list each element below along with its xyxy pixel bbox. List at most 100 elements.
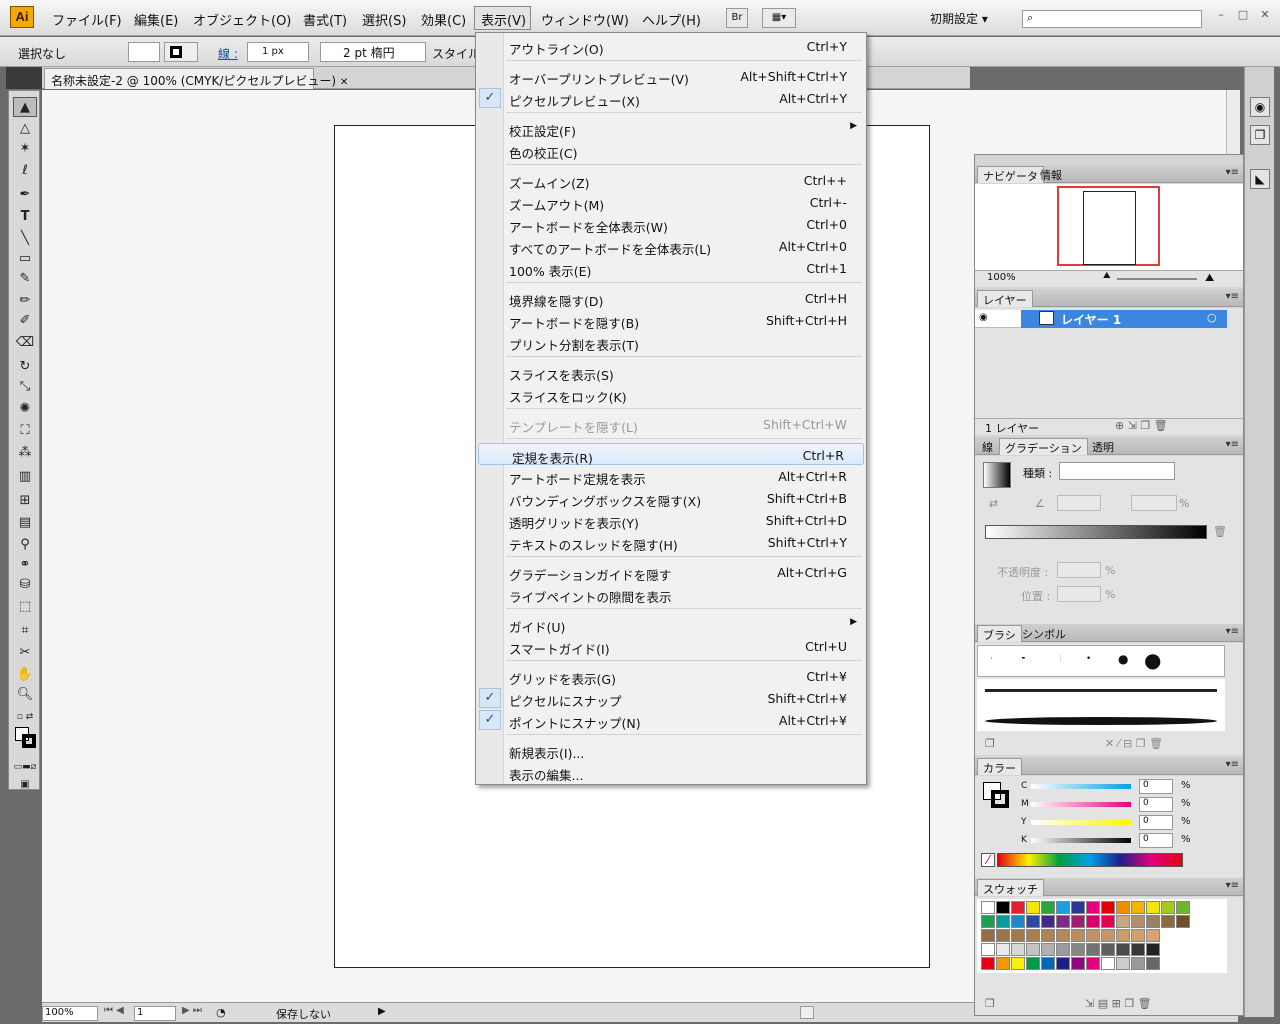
swatch[interactable] [981, 957, 995, 970]
zoom-out-icon[interactable]: ⛰ [1103, 271, 1111, 281]
blend-tool-icon[interactable]: ⚭ [13, 555, 37, 575]
free-transform-tool-icon[interactable]: ⛶ [13, 421, 37, 441]
swatch[interactable] [981, 915, 995, 928]
panel-menu-icon[interactable]: ▾≡ [1226, 880, 1239, 891]
swatch[interactable] [1131, 929, 1145, 942]
menu-item[interactable]: グラデーションガイドを隠す Alt+Ctrl+G [476, 561, 866, 583]
menu-item[interactable]: ガイド(U) ▶ [476, 613, 866, 635]
fill-color-dropdown[interactable] [128, 42, 160, 62]
swatch[interactable] [1101, 943, 1115, 956]
live-paint-bucket-tool-icon[interactable]: ⛁ [13, 575, 37, 595]
search-input[interactable]: ⌕ [1022, 10, 1202, 28]
swatch[interactable] [1011, 957, 1025, 970]
rotate-tool-icon[interactable]: ↻ [13, 357, 37, 377]
brush-actions-icon[interactable]: ✕ ⁄ ⊟ ❐ 🗑︎ [1105, 737, 1163, 750]
menu-item[interactable]: スライスを表示(S) [476, 361, 866, 383]
swatch[interactable] [1041, 915, 1055, 928]
layer-actions-icon[interactable]: ⊕ ⇲ ❐ 🗑︎ [1115, 419, 1168, 432]
warp-tool-icon[interactable]: ✺ [13, 399, 37, 419]
swatch[interactable] [1131, 957, 1145, 970]
close-button[interactable]: ✕ [1256, 8, 1274, 24]
brush-stroke-taper[interactable] [985, 717, 1217, 725]
swap-fill-stroke-icon[interactable]: ▫ ⇄ [13, 707, 37, 727]
swatch[interactable] [1086, 915, 1100, 928]
tab-gradient[interactable]: グラデーション [999, 438, 1088, 455]
swatch[interactable] [1176, 915, 1190, 928]
swatch[interactable] [996, 901, 1010, 914]
aspect-ratio-input[interactable] [1131, 495, 1177, 511]
menu-item[interactable]: 表示の編集... [476, 761, 866, 783]
brush-libraries-icon[interactable]: ❐ [985, 737, 995, 750]
symbol-sprayer-tool-icon[interactable]: ⁂ [13, 443, 37, 463]
menu-item[interactable]: 100% 表示(E) Ctrl+1 [476, 257, 866, 279]
swatch[interactable] [1146, 915, 1160, 928]
color-mode-icons[interactable]: ▭▬⧄ [13, 757, 37, 777]
blob-brush-tool-icon[interactable]: ✐ [13, 311, 37, 331]
graphic-styles-panel-icon[interactable]: ❐ [1250, 125, 1270, 145]
swatch[interactable] [1041, 943, 1055, 956]
swatch[interactable] [1071, 915, 1085, 928]
menu-window[interactable]: ウィンドウ(W) [541, 10, 629, 29]
swatch[interactable] [1071, 901, 1085, 914]
gradient-type-dropdown[interactable] [1059, 462, 1175, 480]
brush-dot-icon[interactable]: ᛁ [1058, 654, 1063, 664]
swatch[interactable] [1026, 901, 1040, 914]
menu-item[interactable]: プリント分割を表示(T) [476, 331, 866, 353]
swatch[interactable] [1011, 929, 1025, 942]
gradient-slider[interactable] [985, 525, 1207, 539]
swatch[interactable] [1101, 957, 1115, 970]
swatch[interactable] [1011, 915, 1025, 928]
swatch[interactable] [1086, 943, 1100, 956]
target-icon[interactable]: ○ [1207, 311, 1217, 324]
bridge-button[interactable]: Br [726, 8, 748, 28]
stroke-color-dropdown[interactable] [164, 42, 198, 62]
stroke-width-input[interactable]: 1 px [247, 42, 309, 62]
maximize-button[interactable]: □ [1234, 8, 1252, 24]
swatch[interactable] [1056, 943, 1070, 956]
layer-row-selected[interactable]: レイヤー 1 ○ [1021, 310, 1227, 328]
swatch[interactable] [1026, 943, 1040, 956]
swatch[interactable] [996, 929, 1010, 942]
menu-item[interactable]: 色の校正(C) [476, 139, 866, 161]
channel-k-slider[interactable] [1031, 838, 1131, 843]
document-tab[interactable]: 名称未設定-2 @ 100% (CMYK/ピクセルプレビュー) ✕ [44, 68, 348, 89]
position-input[interactable] [1057, 586, 1101, 602]
menu-select[interactable]: 選択(S) [362, 10, 406, 29]
hand-tool-icon[interactable]: ✋ [13, 665, 37, 685]
channel-y-input[interactable]: 0 [1139, 815, 1173, 830]
menu-item[interactable]: ズームアウト(M) Ctrl+- [476, 191, 866, 213]
zoom-in-icon[interactable]: ⛰ [1205, 271, 1214, 285]
panel-menu-icon[interactable]: ▾≡ [1226, 439, 1239, 450]
swatch[interactable] [1101, 929, 1115, 942]
swatch-actions-icon[interactable]: ⇲ ▤ ⊞ ❐ 🗑︎ [1085, 997, 1152, 1010]
brush-strokes-list[interactable] [977, 679, 1225, 731]
brush-dot-icon[interactable]: ╸ [1022, 654, 1027, 664]
swatch[interactable] [1116, 915, 1130, 928]
menu-item[interactable]: アートボードを隠す(B) Shift+Ctrl+H [476, 309, 866, 331]
screen-mode-icon[interactable]: ▣ [13, 775, 37, 795]
type-tool-icon[interactable]: T [13, 207, 37, 227]
delete-stop-icon[interactable]: 🗑︎ [1213, 525, 1227, 538]
workspace-switcher[interactable]: 初期設定 ▾ [930, 10, 988, 27]
first-artboard-icon[interactable]: ⏮ ◀ [104, 1005, 124, 1016]
navigator-zoom-slider[interactable] [1117, 278, 1197, 280]
channel-c-slider[interactable] [1031, 784, 1131, 789]
channel-m-slider[interactable] [1031, 802, 1131, 807]
menu-item[interactable]: 定規を表示(R) Ctrl+R [478, 443, 864, 466]
menu-item[interactable]: ✓ ピクセルプレビュー(X) Alt+Ctrl+Y [476, 87, 866, 109]
menu-item[interactable]: バウンディングボックスを隠す(X) Shift+Ctrl+B [476, 487, 866, 509]
swatch[interactable] [1176, 901, 1190, 914]
direct-selection-tool-icon[interactable]: △ [13, 119, 37, 139]
menu-item[interactable]: テキストのスレッドを隠す(H) Shift+Ctrl+Y [476, 531, 866, 553]
swatch[interactable] [1041, 929, 1055, 942]
menu-item[interactable]: オーバープリントプレビュー(V) Alt+Shift+Ctrl+Y [476, 65, 866, 87]
menu-item[interactable]: 透明グリッドを表示(Y) Shift+Ctrl+D [476, 509, 866, 531]
swatch[interactable] [981, 901, 995, 914]
menu-file[interactable]: ファイル(F) [52, 10, 122, 29]
tab-symbols[interactable]: シンボル [1017, 625, 1071, 642]
gradient-tool-icon[interactable]: ▤ [13, 513, 37, 533]
scale-tool-icon[interactable]: ⤡ [13, 377, 37, 397]
next-artboard-icon[interactable]: ▶ ⏭ [182, 1005, 202, 1016]
none-swatch-icon[interactable]: ⁄ [981, 853, 995, 867]
swatch-grid[interactable] [977, 899, 1227, 973]
